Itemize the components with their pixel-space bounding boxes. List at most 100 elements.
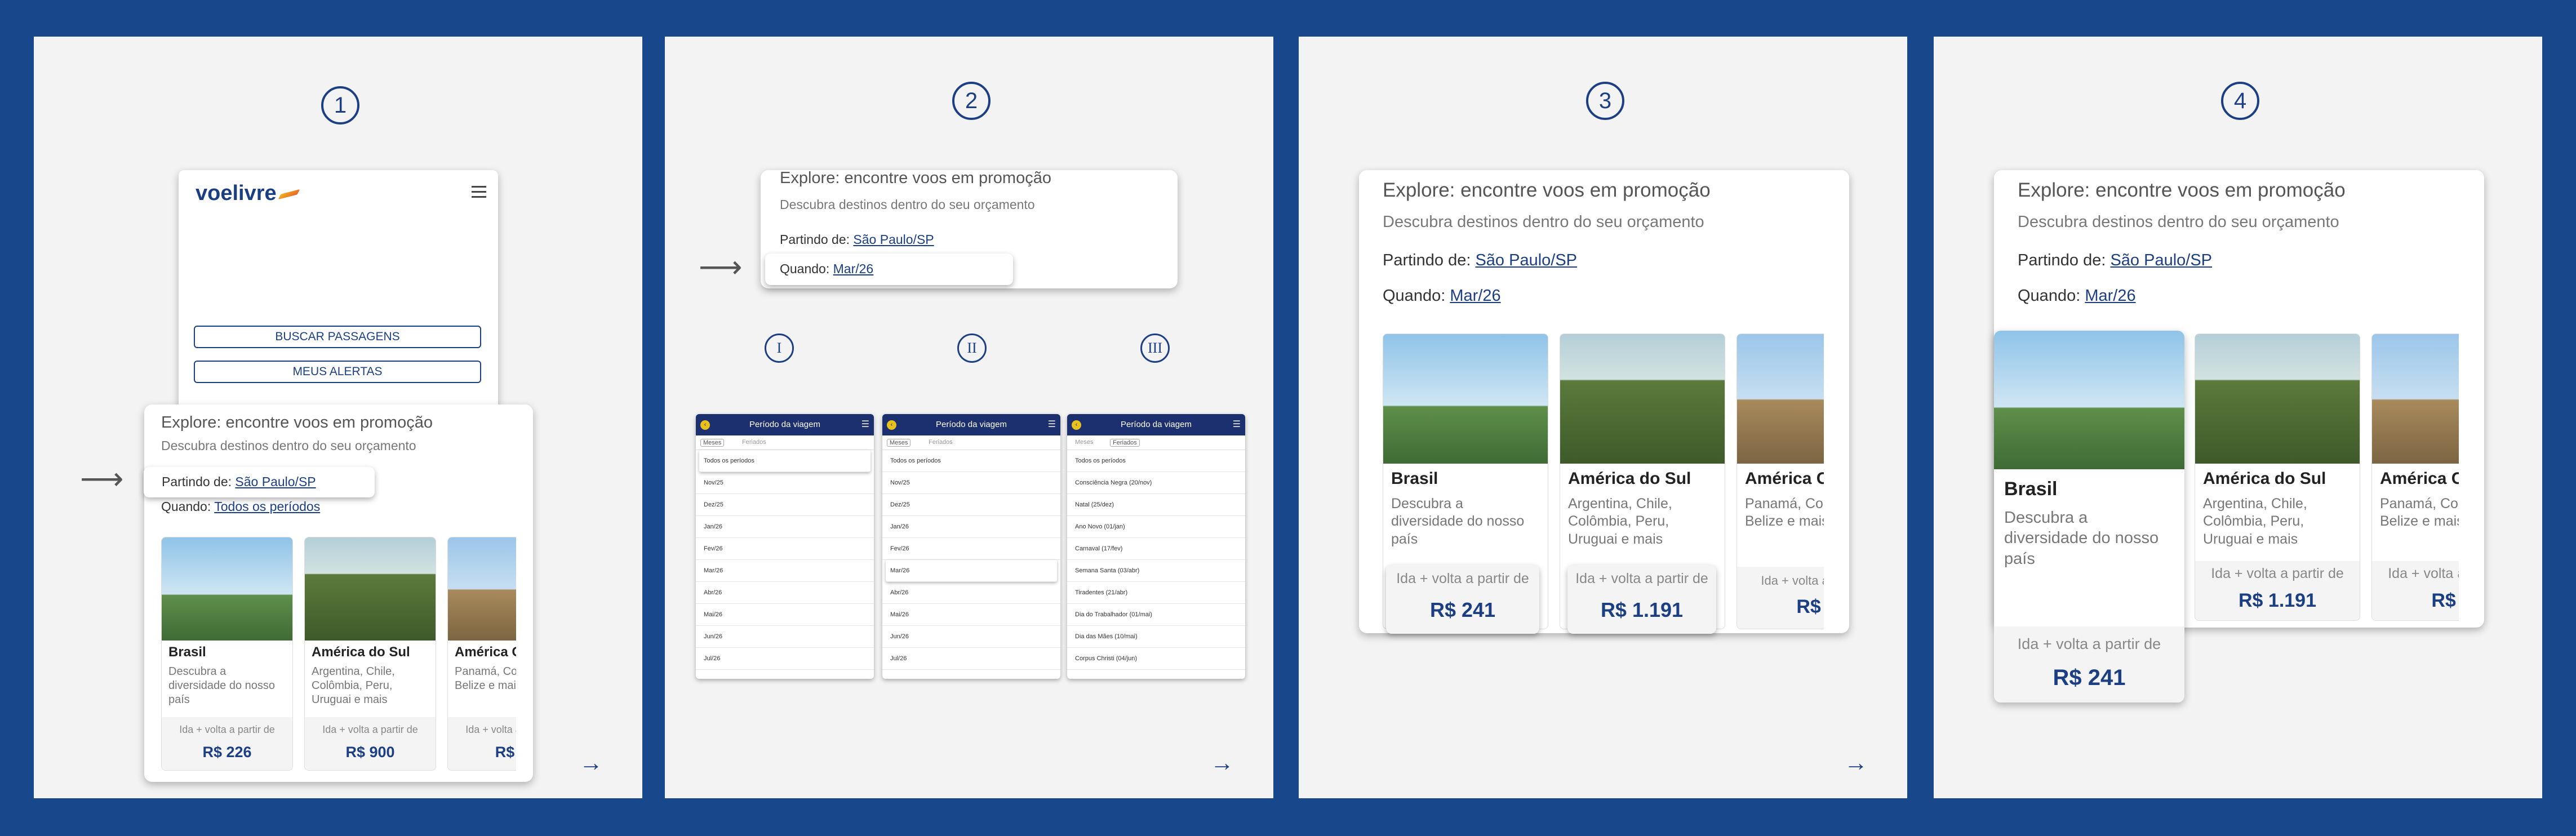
- brand-logo[interactable]: voelivre: [196, 181, 300, 206]
- when-value[interactable]: Mar/26: [1450, 287, 1500, 305]
- holiday-option[interactable]: Ano Novo (01/jan): [1067, 516, 1245, 538]
- holiday-option[interactable]: Tiradentes (21/abr): [1067, 582, 1245, 604]
- tab-months[interactable]: Meses: [1075, 439, 1093, 446]
- destination-desc: Panamá, Cos Belize e mais: [1745, 496, 1824, 530]
- when-field[interactable]: Quando: Mar/26: [2018, 287, 2136, 305]
- price-box: Ida + volta a partir de R$ 1.191: [2195, 561, 2360, 620]
- period-option[interactable]: Jan/26: [882, 516, 1060, 538]
- explore-card: Explore: encontre voos em promoção Descu…: [144, 404, 533, 782]
- period-option[interactable]: Dez/25: [882, 494, 1060, 516]
- holiday-option[interactable]: Natal (25/dez): [1067, 494, 1245, 516]
- from-field[interactable]: Partindo de: São Paulo/SP: [162, 474, 316, 490]
- holiday-option[interactable]: Semana Santa (03/abr): [1067, 560, 1245, 582]
- price-box: Ida + volta a partir de R$ 1.: [1737, 567, 1824, 629]
- from-value[interactable]: São Paulo/SP: [235, 474, 316, 489]
- sub-step-number: II: [957, 333, 987, 363]
- menu-icon[interactable]: [472, 186, 486, 201]
- period-option[interactable]: Jun/26: [882, 626, 1060, 648]
- from-field[interactable]: Partindo de: São Paulo/SP: [780, 232, 934, 247]
- period-option[interactable]: Todos os períodos: [699, 450, 870, 472]
- when-field[interactable]: Quando: Mar/26: [780, 261, 873, 277]
- from-value[interactable]: São Paulo/SP: [853, 232, 934, 247]
- home-screen: voelivre BUSCAR PASSAGENS MEUS ALERTAS: [179, 170, 498, 412]
- price-box: Ida + volta a partir de R$ 226: [162, 717, 292, 770]
- destination-name: América C: [2380, 469, 2459, 488]
- my-alerts-button[interactable]: MEUS ALERTAS: [194, 361, 481, 383]
- holiday-option[interactable]: Dia do Trabalhador (01/mai): [1067, 604, 1245, 626]
- destination-card-highlight[interactable]: Brasil Descubra a diversidade do nosso p…: [1994, 331, 2184, 702]
- next-arrow[interactable]: →: [1844, 751, 1868, 775]
- destination-card[interactable]: América C Panamá, Cos Belize e mais Ida …: [1736, 333, 1824, 629]
- period-option[interactable]: Nov/25: [696, 472, 874, 494]
- explore-subtitle: Descubra destinos dentro do seu orçament…: [1383, 213, 1704, 231]
- period-option[interactable]: Todos os períodos: [882, 450, 1060, 472]
- when-field-highlight[interactable]: Quando: Mar/26: [765, 254, 1013, 285]
- when-value[interactable]: Todos os períodos: [214, 499, 320, 514]
- period-option[interactable]: Jul/26: [882, 648, 1060, 670]
- destination-card[interactable]: Brasil Descubra a diversidade do nosso p…: [161, 537, 293, 771]
- destination-card[interactable]: América C Panamá, Cos Belize e mais Ida …: [2371, 333, 2459, 621]
- period-option[interactable]: Jul/26: [696, 648, 874, 670]
- search-flights-button[interactable]: BUSCAR PASSAGENS: [194, 326, 481, 348]
- when-value[interactable]: Mar/26: [833, 261, 874, 276]
- destination-desc: Argentina, Chile, Colômbia, Peru, Urugua…: [1568, 496, 1672, 547]
- period-option-selected[interactable]: Mar/26: [886, 560, 1057, 582]
- holiday-option[interactable]: Corpus Christi (04/jun): [1067, 648, 1245, 670]
- price-value: R$ 1.191: [1600, 598, 1684, 621]
- holiday-option[interactable]: Consciência Negra (20/nov): [1067, 472, 1245, 494]
- period-option[interactable]: Dez/25: [696, 494, 874, 516]
- price-value: R$ 241: [2053, 665, 2126, 690]
- from-field-highlight[interactable]: Partindo de: São Paulo/SP: [144, 467, 375, 497]
- period-option[interactable]: Jun/26: [696, 626, 874, 648]
- tab-months[interactable]: Meses: [700, 439, 725, 447]
- price-label: Ida + volta a partir de: [1575, 571, 1708, 586]
- destination-card[interactable]: América do Sul Argentina, Chile, Colômbi…: [304, 537, 436, 771]
- panel-step-1: 1 voelivre BUSCAR PASSAGENS MEUS ALERTAS…: [34, 37, 642, 798]
- holiday-option[interactable]: Todos os períodos: [1067, 450, 1245, 472]
- period-option[interactable]: Abr/26: [882, 582, 1060, 604]
- from-field[interactable]: Partindo de: São Paulo/SP: [2018, 251, 2212, 270]
- period-option[interactable]: Mai/26: [696, 604, 874, 626]
- period-option[interactable]: Nov/25: [882, 472, 1060, 494]
- back-icon[interactable]: ‹: [1072, 420, 1081, 430]
- explore-subtitle: Descubra destinos dentro do seu orçament…: [780, 197, 1035, 212]
- period-option[interactable]: Abr/26: [696, 582, 874, 604]
- from-value[interactable]: São Paulo/SP: [2110, 251, 2212, 269]
- destination-name: América do Sul: [2203, 469, 2326, 488]
- period-option[interactable]: Mar/26: [696, 560, 874, 582]
- destination-card[interactable]: América C Panamá, Cos Belize e mais Ida …: [447, 537, 516, 771]
- price-label: Ida + volta a partir de: [1761, 573, 1824, 588]
- tab-holidays[interactable]: Feriados: [929, 439, 953, 446]
- period-option[interactable]: Fev/26: [696, 538, 874, 560]
- back-icon[interactable]: ‹: [700, 420, 710, 430]
- back-icon[interactable]: ‹: [887, 420, 896, 430]
- menu-icon[interactable]: ☰: [861, 414, 869, 435]
- when-field[interactable]: Quando: Mar/26: [1383, 287, 1501, 305]
- next-arrow[interactable]: →: [1210, 751, 1234, 775]
- price-box-highlight: Ida + volta a partir de R$ 1.191: [1567, 565, 1716, 634]
- from-value[interactable]: São Paulo/SP: [1475, 251, 1577, 269]
- tab-holidays[interactable]: Feriados: [1110, 439, 1140, 447]
- from-field[interactable]: Partindo de: São Paulo/SP: [1383, 251, 1577, 270]
- destination-card[interactable]: América do Sul Argentina, Chile, Colômbi…: [2195, 333, 2360, 621]
- central-america-image: [1737, 334, 1824, 464]
- next-arrow[interactable]: →: [579, 751, 603, 775]
- period-option[interactable]: Jan/26: [696, 516, 874, 538]
- holiday-option[interactable]: Carnaval (17/fev): [1067, 538, 1245, 560]
- when-value[interactable]: Mar/26: [2085, 287, 2135, 305]
- explore-title: Explore: encontre voos em promoção: [780, 170, 1051, 187]
- from-label: Partindo de:: [162, 474, 232, 489]
- period-option[interactable]: Mai/26: [882, 604, 1060, 626]
- price-value: R$ 1.: [1796, 596, 1824, 617]
- brazil-image: [1994, 331, 2184, 469]
- menu-icon[interactable]: ☰: [1233, 414, 1241, 435]
- when-field[interactable]: Quando: Todos os períodos: [161, 499, 320, 514]
- explore-subtitle: Descubra destinos dentro do seu orçament…: [2018, 213, 2339, 231]
- tab-holidays[interactable]: Feriados: [742, 439, 766, 446]
- menu-icon[interactable]: ☰: [1048, 414, 1056, 435]
- period-option[interactable]: Fev/26: [882, 538, 1060, 560]
- price-label: Ida + volta a partir de: [179, 724, 275, 735]
- destination-desc: Panamá, Cos Belize e mais: [2380, 496, 2459, 530]
- tab-months[interactable]: Meses: [887, 439, 911, 447]
- holiday-option[interactable]: Dia das Mães (10/mai): [1067, 626, 1245, 648]
